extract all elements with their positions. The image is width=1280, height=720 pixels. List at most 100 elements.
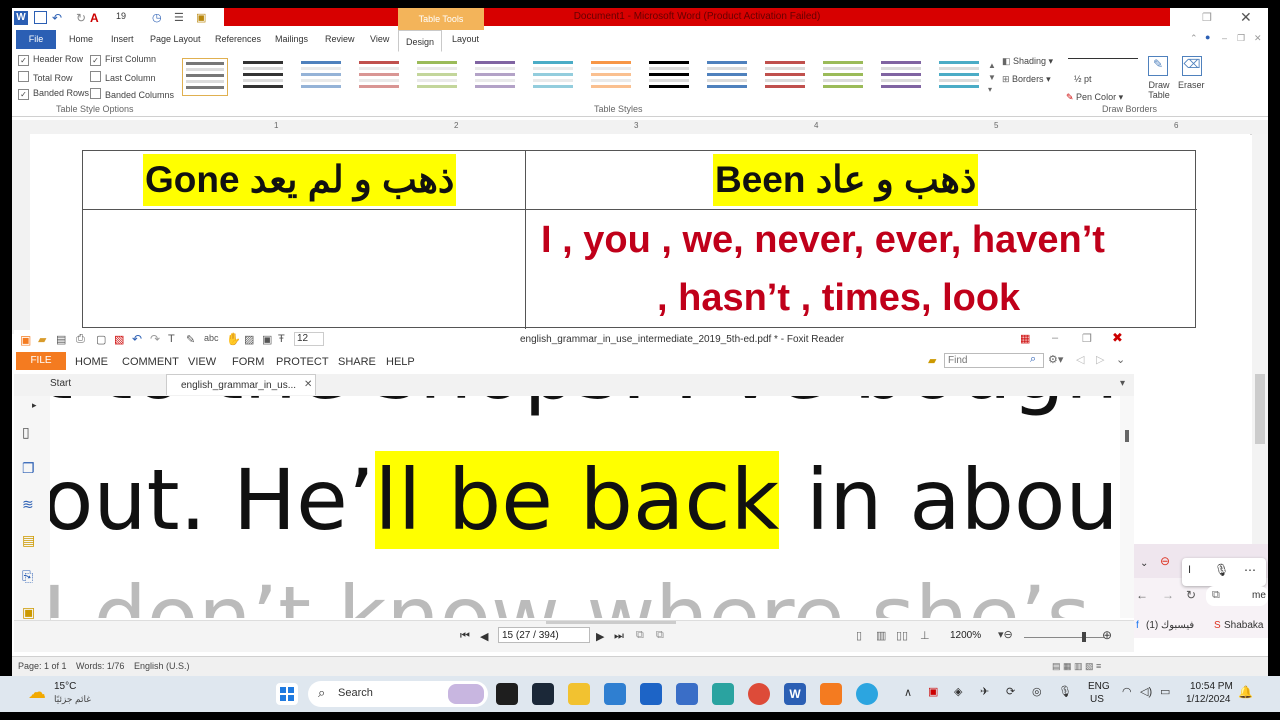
- attachment-icon[interactable]: ⎘: [22, 568, 40, 586]
- grid-icon[interactable]: ▦: [1020, 332, 1030, 345]
- pdf-icon[interactable]: ▧: [114, 333, 124, 346]
- chevron-down-icon[interactable]: ⌄: [1140, 558, 1148, 569]
- table-style-thumbnail[interactable]: [240, 58, 286, 96]
- table-style-thumbnail[interactable]: [704, 58, 750, 96]
- zoom-in-icon[interactable]: ⊕: [1102, 628, 1112, 642]
- first-column-checkbox[interactable]: ✓ First Column: [90, 54, 156, 66]
- page-thumbnail-icon[interactable]: ▯: [22, 424, 40, 442]
- borders-button[interactable]: ⊞ Borders ▾: [1002, 74, 1051, 85]
- volume-icon[interactable]: ◁): [1140, 685, 1152, 698]
- first-page-icon[interactable]: ⏮: [460, 630, 470, 643]
- weather-temp[interactable]: 15°C: [54, 681, 76, 692]
- gone-header[interactable]: Gone ذهب و لم يعد: [143, 154, 457, 206]
- menu-help[interactable]: HELP: [386, 356, 415, 368]
- terminal-app-icon[interactable]: [532, 683, 554, 705]
- table-style-thumbnail[interactable]: [182, 58, 228, 96]
- clock-time[interactable]: 10:54 PM: [1190, 681, 1233, 692]
- scroll-thumb[interactable]: [1125, 430, 1129, 442]
- app-icon-3[interactable]: [712, 683, 734, 705]
- telegram-icon[interactable]: [856, 683, 878, 705]
- dropbox-icon[interactable]: ◈: [954, 685, 962, 698]
- pages-icon[interactable]: ❐: [22, 460, 40, 478]
- tab-view[interactable]: View: [370, 34, 389, 44]
- tab-favicon-icon[interactable]: ⊖: [1160, 554, 1170, 568]
- address-bar[interactable]: ⧉ me: [1206, 586, 1268, 606]
- notification-bell-icon[interactable]: 🔔: [1238, 685, 1253, 699]
- scroll-thumb[interactable]: [1255, 374, 1265, 444]
- header-row-checkbox[interactable]: ✓ Header Row: [18, 54, 83, 66]
- comments-icon[interactable]: ▤: [22, 532, 40, 550]
- bookmark-facebook[interactable]: (1) فيسبوك: [1146, 620, 1194, 631]
- search-icon[interactable]: ⌕: [1030, 353, 1036, 366]
- language-status[interactable]: English (U.S.): [134, 661, 190, 671]
- menu-share[interactable]: SHARE: [338, 356, 376, 368]
- folder-icon[interactable]: ▣: [196, 11, 210, 25]
- print-icon[interactable]: ⎙: [76, 333, 85, 346]
- table-style-thumbnail[interactable]: [878, 58, 924, 96]
- wifi-icon[interactable]: ◠: [1122, 685, 1132, 698]
- close-tab-icon[interactable]: ✕: [304, 379, 312, 390]
- typewriter-icon[interactable]: T: [168, 333, 175, 345]
- minimize-ribbon-icon[interactable]: ⌃: [1190, 33, 1198, 44]
- text-select-icon[interactable]: abc: [204, 333, 219, 343]
- language-line2[interactable]: US: [1090, 694, 1104, 705]
- single-page-icon[interactable]: ▯: [856, 629, 862, 642]
- tab-home[interactable]: Home: [69, 34, 93, 44]
- tab-insert[interactable]: Insert: [111, 34, 134, 44]
- shading-button[interactable]: ◧ Shading ▾: [1002, 56, 1053, 67]
- new-icon[interactable]: ▢: [96, 333, 106, 346]
- tray-icon-1[interactable]: ▣: [928, 685, 938, 698]
- save-icon[interactable]: ▤: [56, 333, 66, 346]
- spelling-icon[interactable]: ◷: [152, 11, 166, 25]
- pdf-vertical-scrollbar[interactable]: [1120, 396, 1134, 618]
- close-icon[interactable]: ✖: [1112, 330, 1123, 346]
- next-view-icon[interactable]: ⧉: [656, 629, 664, 642]
- been-words-line1[interactable]: I , you , we, never, ever, haven’t: [541, 219, 1105, 262]
- hand-icon[interactable]: ✋: [226, 332, 241, 346]
- window-restore-icon[interactable]: ❐: [1082, 332, 1092, 345]
- next-result-icon[interactable]: ▷: [1096, 353, 1104, 366]
- weather-icon[interactable]: ☁: [28, 682, 46, 703]
- back-icon[interactable]: ←: [1136, 588, 1148, 602]
- taskbar-search[interactable]: ⌕ Search: [308, 681, 488, 707]
- tab-mailings[interactable]: Mailings: [275, 34, 308, 44]
- microphone-icon[interactable]: 🎙: [1058, 685, 1072, 698]
- word-count[interactable]: Words: 1/76: [76, 661, 124, 671]
- tray-icon-4[interactable]: ◎: [1032, 685, 1042, 698]
- foxit-taskbar-icon[interactable]: [820, 683, 842, 705]
- pencil-icon[interactable]: ✎: [186, 333, 195, 346]
- menu-file[interactable]: FILE: [16, 352, 66, 370]
- tab-review[interactable]: Review: [325, 34, 355, 44]
- pdf-page-view[interactable]: t to the shops. I’ve bough out. He’ll be…: [50, 396, 1120, 618]
- restore-icon[interactable]: ❐: [1202, 11, 1212, 24]
- next-page-icon[interactable]: ▶: [596, 630, 604, 643]
- font-color-icon[interactable]: A: [90, 11, 104, 25]
- battery-icon[interactable]: ▭: [1160, 685, 1170, 698]
- tab-design[interactable]: Design: [398, 30, 442, 52]
- open-icon[interactable]: ▰: [38, 333, 46, 346]
- app-icon-1[interactable]: [604, 683, 626, 705]
- find-folder-icon[interactable]: ▰: [928, 354, 936, 367]
- word-table[interactable]: Gone ذهب و لم يعد Been ذهب و عاد I , you…: [82, 150, 1197, 329]
- pen-color-button[interactable]: ✎ Pen Color ▾: [1066, 92, 1123, 103]
- table-style-thumbnail[interactable]: [472, 58, 518, 96]
- menu-view[interactable]: VIEW: [188, 356, 216, 368]
- file-explorer-icon[interactable]: [568, 683, 590, 705]
- eraser-button[interactable]: Eraser: [1178, 80, 1205, 90]
- draw-table-icon[interactable]: ✎: [1148, 56, 1168, 76]
- banded-columns-checkbox[interactable]: Banded Columns: [90, 88, 174, 100]
- table-style-thumbnail[interactable]: [762, 58, 808, 96]
- start-button[interactable]: [276, 683, 298, 705]
- window-close-icon[interactable]: ✕: [1254, 33, 1262, 44]
- snapshot-icon[interactable]: ▣: [262, 333, 272, 346]
- bookmark-shabaka[interactable]: Shabaka: [1224, 620, 1263, 631]
- total-row-checkbox[interactable]: Total Row: [18, 71, 73, 83]
- forward-icon[interactable]: →: [1162, 588, 1174, 602]
- typewriter-t-icon[interactable]: Ŧ: [278, 333, 285, 345]
- gallery-scroll-icon[interactable]: ▲ ▼ ▾: [988, 60, 996, 96]
- tab-dropdown-icon[interactable]: ▾: [1120, 378, 1125, 389]
- table-style-thumbnail[interactable]: [356, 58, 402, 96]
- prev-page-icon[interactable]: ◀: [480, 630, 488, 643]
- settings-icon[interactable]: ⚙▾: [1048, 353, 1063, 366]
- app-icon-2[interactable]: [676, 683, 698, 705]
